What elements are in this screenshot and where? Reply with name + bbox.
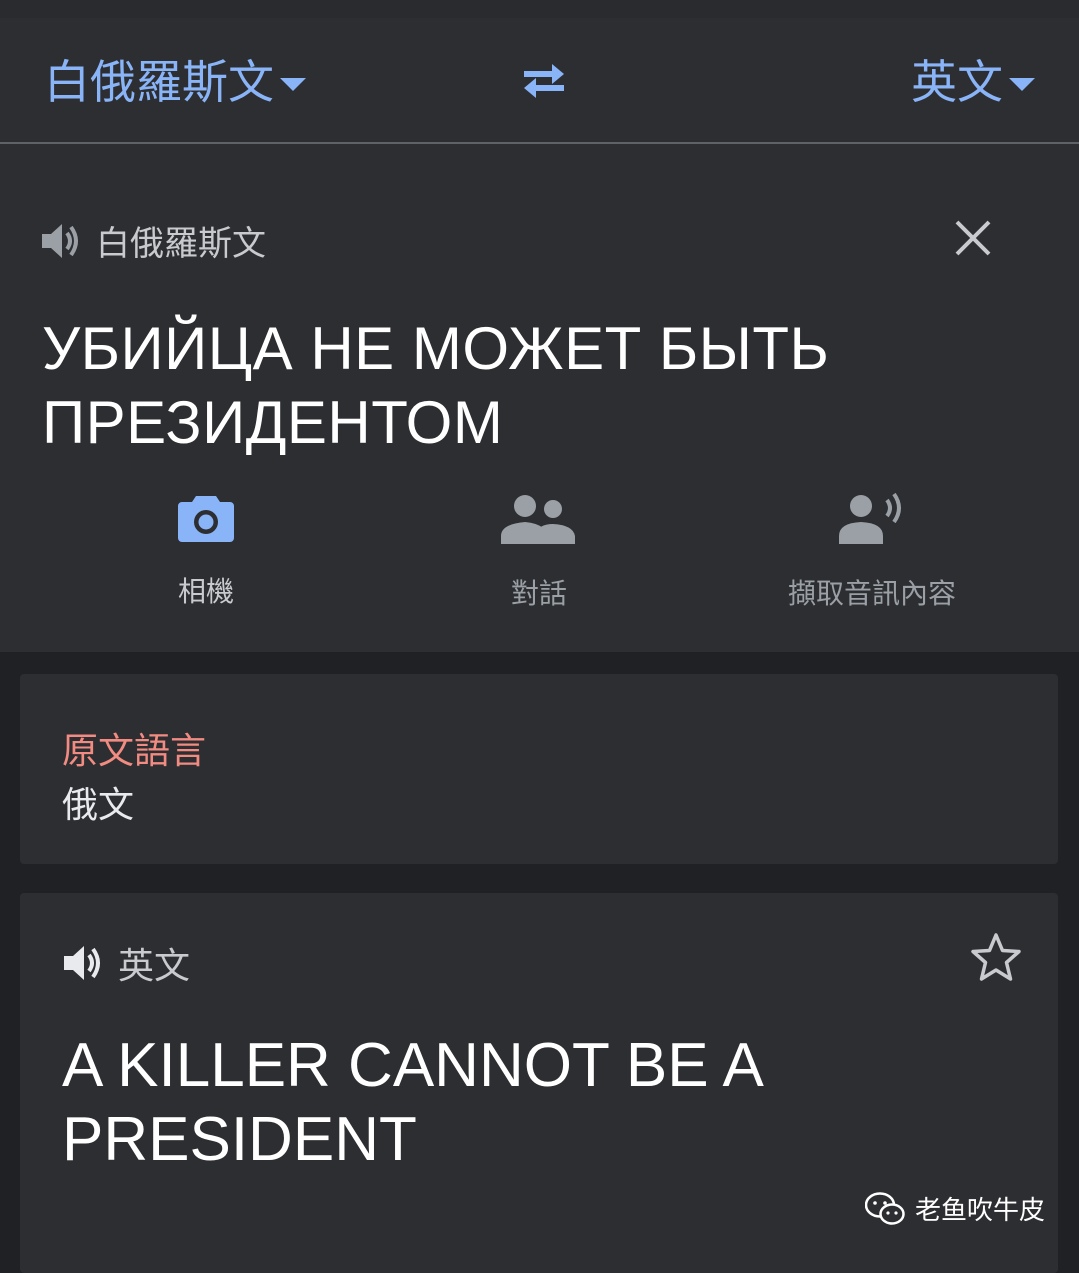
chevron-down-icon bbox=[1009, 77, 1035, 91]
output-language-label: 英文 bbox=[118, 946, 191, 987]
output-header: 英文 bbox=[62, 937, 190, 989]
transcribe-icon bbox=[839, 492, 901, 544]
speaker-icon[interactable] bbox=[62, 943, 104, 983]
detected-language-value: 俄文 bbox=[62, 785, 135, 826]
target-language-label: 英文 bbox=[911, 55, 1003, 109]
language-bar: 白俄羅斯文 英文 bbox=[0, 18, 1079, 144]
transcribe-tool-button[interactable]: 擷取音訊內容 bbox=[722, 492, 1022, 612]
input-language-label: 白俄羅斯文 bbox=[96, 224, 266, 264]
input-header: 白俄羅斯文 bbox=[40, 216, 266, 265]
source-language-selector[interactable]: 白俄羅斯文 bbox=[44, 52, 306, 112]
source-text-line: ПРЕЗИДЕНТОМ bbox=[42, 389, 504, 456]
translated-text-line: PRESIDENT bbox=[62, 1105, 417, 1174]
swap-languages-icon[interactable] bbox=[516, 56, 572, 106]
camera-tool-button[interactable]: 相機 bbox=[56, 492, 356, 610]
source-text-line: УБИЙЦА НЕ МОЖЕТ БЫТЬ bbox=[42, 315, 830, 382]
tool-label: 對話 bbox=[510, 577, 567, 610]
people-icon bbox=[501, 495, 575, 544]
chevron-down-icon bbox=[280, 77, 306, 91]
detected-language-title: 原文語言 bbox=[62, 731, 207, 772]
translated-text: A KILLER CANNOT BE A PRESIDENT bbox=[62, 1029, 1022, 1177]
input-tools: 相機 對話 擷取音訊內容 bbox=[0, 492, 1079, 632]
close-icon[interactable] bbox=[953, 218, 993, 258]
translated-text-line: A KILLER CANNOT BE A bbox=[62, 1031, 764, 1100]
tool-label: 相機 bbox=[177, 575, 234, 608]
watermark-text: 老鱼吹牛皮 bbox=[914, 1196, 1045, 1226]
star-icon[interactable] bbox=[970, 931, 1022, 983]
input-panel: 白俄羅斯文 УБИЙЦА НЕ МОЖЕТ БЫТЬ ПРЕЗИДЕНТОМ 相… bbox=[0, 144, 1079, 652]
camera-icon bbox=[178, 496, 234, 542]
source-text-input[interactable]: УБИЙЦА НЕ МОЖЕТ БЫТЬ ПРЕЗИДЕНТОМ bbox=[42, 312, 1022, 460]
wechat-icon bbox=[864, 1191, 905, 1225]
status-strip bbox=[0, 0, 1079, 18]
detected-language-card[interactable]: 原文語言 俄文 bbox=[20, 674, 1058, 864]
speaker-icon[interactable] bbox=[40, 221, 82, 261]
source-language-label: 白俄羅斯文 bbox=[44, 55, 274, 109]
watermark: 老鱼吹牛皮 bbox=[864, 1190, 1045, 1227]
tool-label: 擷取音訊內容 bbox=[787, 577, 956, 610]
target-language-selector[interactable]: 英文 bbox=[911, 52, 1035, 112]
conversation-tool-button[interactable]: 對話 bbox=[389, 492, 689, 612]
